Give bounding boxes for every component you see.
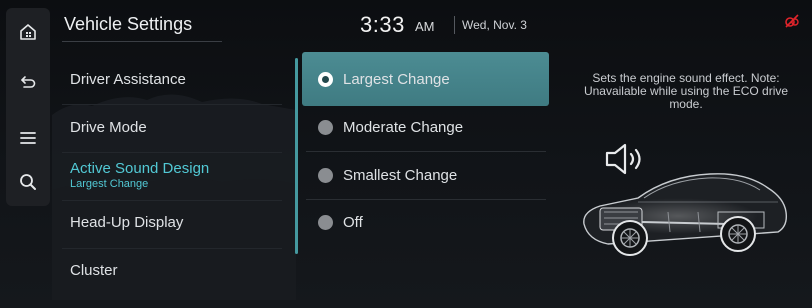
side-nav-rail xyxy=(6,8,50,206)
menu-item-driver-assistance[interactable]: Driver Assistance xyxy=(70,71,186,88)
option-moderate-change[interactable]: Moderate Change xyxy=(318,115,463,139)
status-indicator xyxy=(784,14,800,33)
option-off[interactable]: Off xyxy=(318,210,363,234)
page-title: Vehicle Settings xyxy=(64,14,193,34)
menu-divider xyxy=(62,152,282,153)
menu-icon xyxy=(20,132,36,144)
menu-item-cluster[interactable]: Cluster xyxy=(70,262,118,279)
radio-selected-icon xyxy=(318,71,333,87)
option-largest-change[interactable]: Largest Change xyxy=(318,67,450,91)
home-button[interactable] xyxy=(6,12,50,52)
radio-unselected-icon xyxy=(318,119,333,135)
option-label: Smallest Change xyxy=(343,166,458,184)
option-divider xyxy=(306,199,546,200)
clock-date: Wed, Nov. 3 xyxy=(462,18,527,32)
back-button[interactable] xyxy=(6,62,50,102)
header-separator xyxy=(454,16,455,34)
menu-item-active-sound-design-value: Largest Change xyxy=(70,178,149,190)
radio-unselected-icon xyxy=(318,167,333,183)
clock-ampm: AM xyxy=(415,19,435,34)
no-signal-icon xyxy=(785,14,799,28)
clock-time: 3:33 xyxy=(360,12,405,37)
search-button[interactable] xyxy=(6,162,50,202)
setting-description: Sets the engine sound effect. Note: Unav… xyxy=(583,71,789,111)
menu-item-drive-mode[interactable]: Drive Mode xyxy=(70,119,147,136)
option-label: Moderate Change xyxy=(343,118,464,136)
option-smallest-change[interactable]: Smallest Change xyxy=(318,163,457,187)
menu-item-active-sound-design[interactable]: Active Sound Design xyxy=(70,160,209,177)
home-icon xyxy=(20,24,36,40)
menu-divider xyxy=(62,248,282,249)
vehicle-settings-screen: Vehicle Settings 3:33 AM Wed, Nov. 3 Dri… xyxy=(0,0,812,308)
back-icon xyxy=(21,76,36,88)
car-xray-illustration xyxy=(583,173,788,256)
menu-item-head-up-display[interactable]: Head-Up Display xyxy=(70,214,183,231)
menu-divider xyxy=(62,104,282,105)
option-label: Largest Change xyxy=(343,70,450,88)
option-label: Off xyxy=(343,213,363,231)
search-icon xyxy=(20,174,36,190)
radio-unselected-icon xyxy=(318,214,333,230)
menu-button[interactable] xyxy=(6,118,50,158)
menu-scrollbar[interactable] xyxy=(295,58,298,254)
option-divider xyxy=(306,151,546,152)
menu-divider xyxy=(62,200,282,201)
